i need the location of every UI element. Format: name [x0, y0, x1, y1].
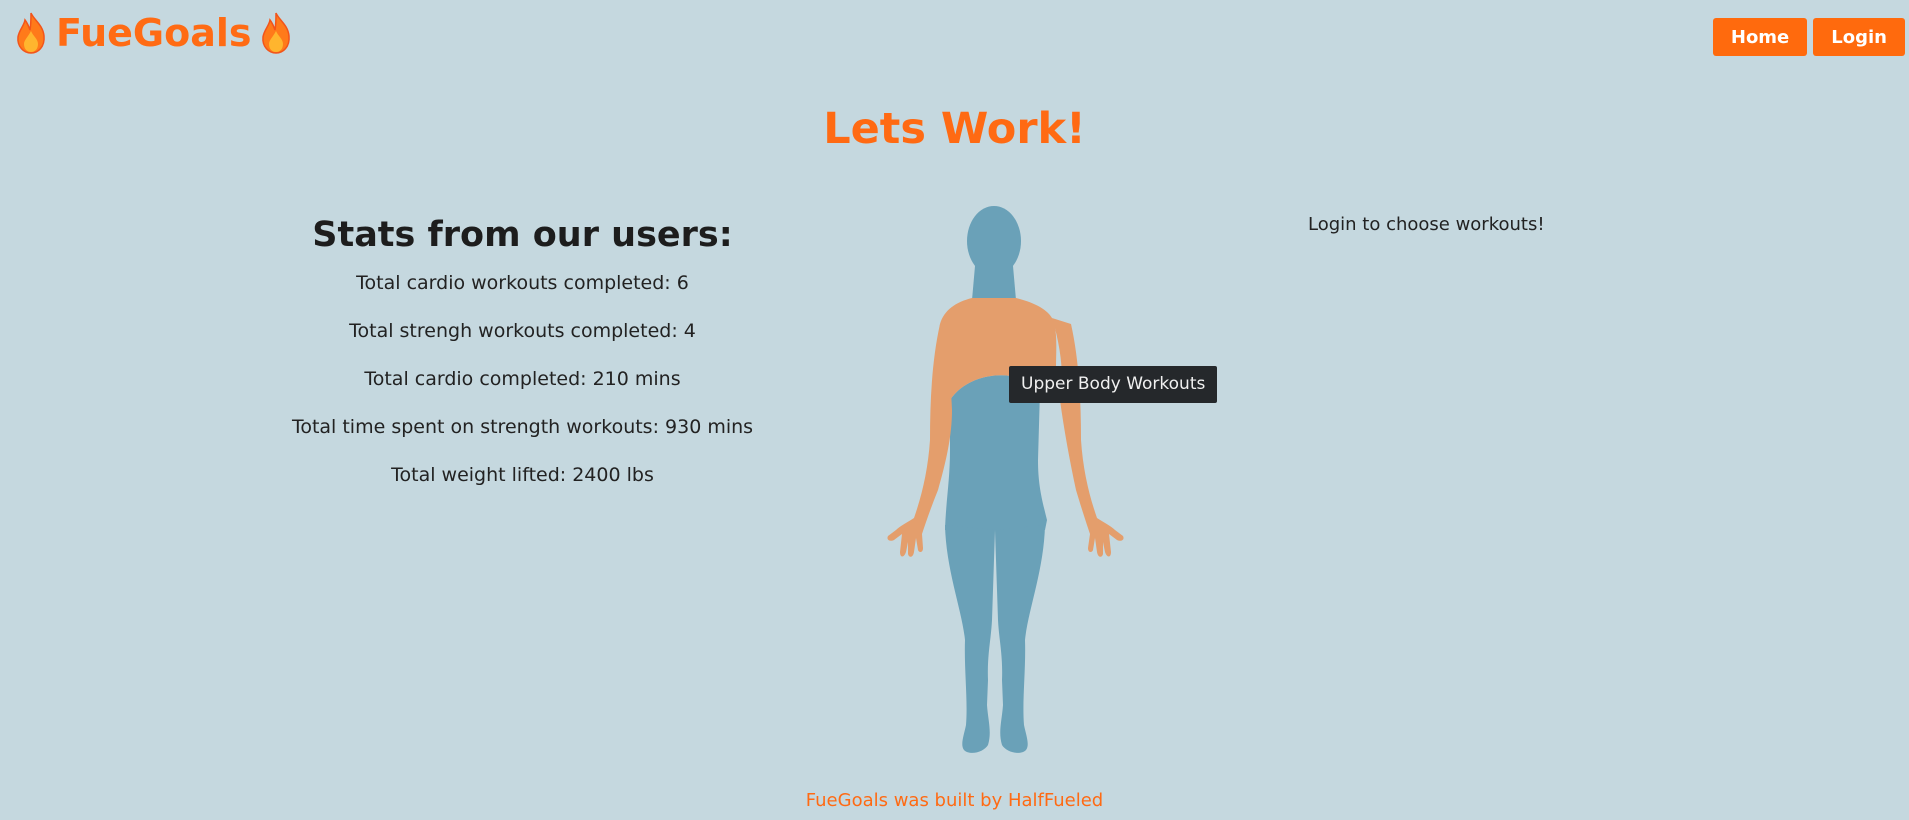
footer-credit: FueGoals was built by HalfFueled [805, 790, 1104, 811]
stat-strength-workouts: Total strengh workouts completed: 4 [349, 320, 696, 342]
top-nav: Home Login [1712, 18, 1905, 56]
flame-icon [17, 12, 45, 54]
home-button[interactable]: Home [1712, 18, 1808, 56]
body-map [887, 206, 1124, 753]
body-right-leg[interactable] [995, 525, 1045, 753]
login-prompt: Login to choose workouts! [1308, 214, 1545, 235]
user-stats-panel: Stats from our users: Total cardio worko… [270, 215, 775, 511]
stat-strength-minutes: Total time spent on strength workouts: 9… [291, 416, 754, 438]
stat-cardio-workouts: Total cardio workouts completed: 6 [356, 272, 689, 294]
body-head[interactable] [967, 206, 1021, 276]
body-left-leg[interactable] [945, 525, 995, 753]
body-right-arm[interactable] [1052, 318, 1124, 557]
body-left-arm[interactable] [887, 324, 952, 557]
brand-logo[interactable]: FueGoals [14, 8, 293, 58]
stat-weight-lifted: Total weight lifted: 2400 lbs [391, 464, 654, 486]
body-neck[interactable] [972, 266, 1016, 300]
stat-cardio-minutes: Total cardio completed: 210 mins [364, 368, 681, 390]
flame-icon [262, 12, 291, 54]
body-region-tooltip: Upper Body Workouts [1009, 366, 1218, 403]
page-title: Lets Work! [823, 104, 1086, 154]
brand-name: FueGoals [56, 11, 252, 55]
login-button[interactable]: Login [1813, 18, 1905, 56]
stats-heading: Stats from our users: [312, 215, 733, 255]
